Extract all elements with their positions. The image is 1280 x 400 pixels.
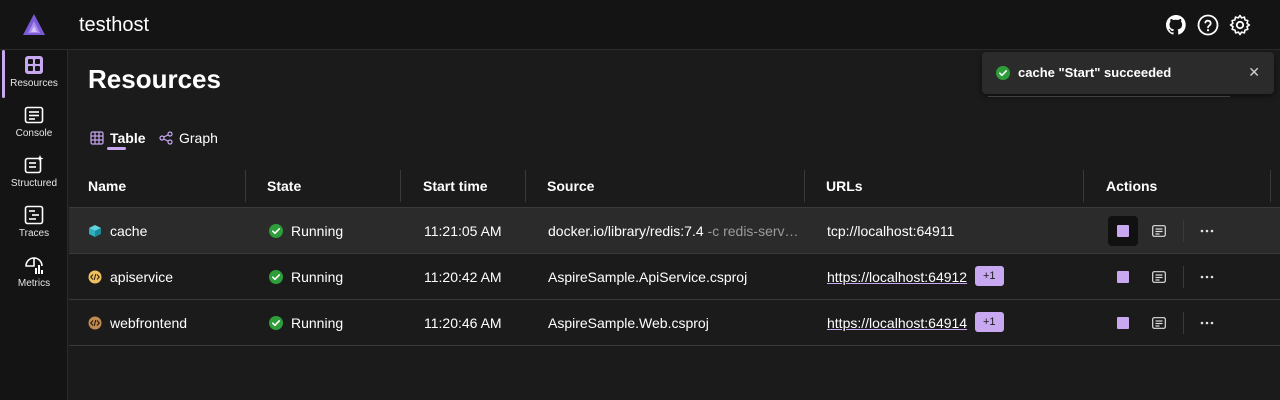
stop-button[interactable] xyxy=(1108,308,1138,338)
resource-state: Running xyxy=(291,269,344,285)
more-urls-badge[interactable]: +1 xyxy=(975,312,1004,332)
console-logs-button[interactable] xyxy=(1144,216,1174,246)
more-actions-button[interactable] xyxy=(1192,308,1222,338)
close-icon[interactable]: ✕ xyxy=(1248,64,1260,81)
resource-start-time: 11:20:42 AM xyxy=(424,269,502,285)
toast-message: cache "Start" succeeded xyxy=(1018,65,1172,80)
aspire-logo-icon[interactable] xyxy=(22,13,46,37)
stop-button[interactable] xyxy=(1108,216,1138,246)
column-divider[interactable] xyxy=(804,170,805,202)
settings-gear-icon[interactable] xyxy=(1228,13,1252,37)
table-row[interactable]: cache Running 11:21:05 AM docker.io/libr… xyxy=(69,208,1280,254)
success-check-icon xyxy=(996,66,1010,80)
source-image: docker.io/library/redis:7.4 xyxy=(548,223,704,239)
console-logs-icon xyxy=(1152,225,1166,237)
nav-label-console: Console xyxy=(15,128,53,139)
resource-start-time: 11:21:05 AM xyxy=(424,223,502,239)
console-logs-button[interactable] xyxy=(1144,262,1174,292)
resource-state: Running xyxy=(291,315,344,331)
column-divider[interactable] xyxy=(400,170,401,202)
table-row[interactable]: webfrontend Running 11:20:46 AM AspireSa… xyxy=(69,300,1280,346)
nav-item-metrics[interactable]: Metrics xyxy=(0,250,68,298)
column-divider[interactable] xyxy=(1270,170,1271,202)
ellipsis-icon xyxy=(1200,321,1214,325)
ellipsis-icon xyxy=(1200,275,1214,279)
actions-divider xyxy=(1183,220,1184,242)
stop-icon xyxy=(1117,317,1129,329)
console-logs-button[interactable] xyxy=(1144,308,1174,338)
column-divider[interactable] xyxy=(1083,170,1084,202)
actions-divider xyxy=(1183,312,1184,334)
top-bar: testhost xyxy=(0,0,1280,50)
project-icon xyxy=(88,270,102,284)
more-actions-button[interactable] xyxy=(1192,216,1222,246)
resource-state: Running xyxy=(291,223,344,239)
nav-label-structured: Structured xyxy=(10,178,58,189)
nav-label-metrics: Metrics xyxy=(17,278,51,289)
github-icon[interactable] xyxy=(1164,13,1188,37)
nav-item-structured[interactable]: Structured xyxy=(0,150,68,198)
source-args: -c redis-serv… xyxy=(707,223,799,239)
resource-name[interactable]: cache xyxy=(110,223,147,239)
stop-button[interactable] xyxy=(1108,262,1138,292)
app-title: testhost xyxy=(79,14,150,36)
project-icon xyxy=(88,316,102,330)
endpoint-link[interactable]: https://localhost:64914 xyxy=(827,315,967,331)
resources-icon xyxy=(25,56,43,74)
column-divider[interactable] xyxy=(525,170,526,202)
resource-source: AspireSample.Web.csproj xyxy=(548,315,709,331)
filter-field-underline xyxy=(988,96,1230,97)
column-header-start-time[interactable]: Start time xyxy=(423,178,488,194)
page-title: Resources xyxy=(88,64,221,94)
side-nav: Resources Console Structured Traces Metr… xyxy=(0,50,68,400)
table-header: Name State Start time Source URLs Action… xyxy=(69,164,1280,208)
console-logs-icon xyxy=(1152,271,1166,283)
resource-start-time: 11:20:46 AM xyxy=(424,315,502,331)
resource-endpoint: tcp://localhost:64911 xyxy=(827,223,955,239)
container-icon xyxy=(89,225,101,237)
more-urls-badge[interactable]: +1 xyxy=(975,266,1004,286)
nav-item-traces[interactable]: Traces xyxy=(0,200,68,248)
running-check-icon xyxy=(269,316,283,330)
stop-icon xyxy=(1117,225,1129,237)
more-actions-button[interactable] xyxy=(1192,262,1222,292)
stop-icon xyxy=(1117,271,1129,283)
resource-name[interactable]: apiservice xyxy=(110,269,173,285)
console-logs-icon xyxy=(1152,317,1166,329)
graph-icon xyxy=(159,131,173,145)
column-divider[interactable] xyxy=(245,170,246,202)
console-icon xyxy=(24,106,44,124)
tab-table-label: Table xyxy=(110,130,146,146)
column-header-actions: Actions xyxy=(1106,178,1158,194)
active-tab-indicator xyxy=(107,147,126,150)
resource-name[interactable]: webfrontend xyxy=(110,315,187,331)
table-icon xyxy=(90,131,104,145)
nav-label-traces: Traces xyxy=(18,228,50,239)
nav-item-console[interactable]: Console xyxy=(0,100,68,148)
running-check-icon xyxy=(269,270,283,284)
column-header-name[interactable]: Name xyxy=(88,178,126,194)
running-check-icon xyxy=(269,224,283,238)
column-header-source[interactable]: Source xyxy=(547,178,594,194)
column-header-urls[interactable]: URLs xyxy=(826,178,863,194)
actions-divider xyxy=(1183,266,1184,288)
endpoint-link[interactable]: https://localhost:64912 xyxy=(827,269,967,285)
metrics-icon xyxy=(25,257,43,274)
success-toast: cache "Start" succeeded ✕ xyxy=(982,52,1274,94)
table-row[interactable]: apiservice Running 11:20:42 AM AspireSam… xyxy=(69,254,1280,300)
nav-label-resources: Resources xyxy=(10,78,58,89)
nav-item-resources[interactable]: Resources xyxy=(0,50,68,98)
resource-source: docker.io/library/redis:7.4 -c redis-ser… xyxy=(548,223,799,239)
tab-graph[interactable]: Graph xyxy=(159,125,218,151)
tab-graph-label: Graph xyxy=(179,130,218,146)
help-icon[interactable] xyxy=(1196,13,1220,37)
traces-icon xyxy=(24,205,44,225)
resource-source: AspireSample.ApiService.csproj xyxy=(548,269,748,285)
structured-icon xyxy=(24,155,44,174)
ellipsis-icon xyxy=(1200,229,1214,233)
column-header-state[interactable]: State xyxy=(267,178,301,194)
